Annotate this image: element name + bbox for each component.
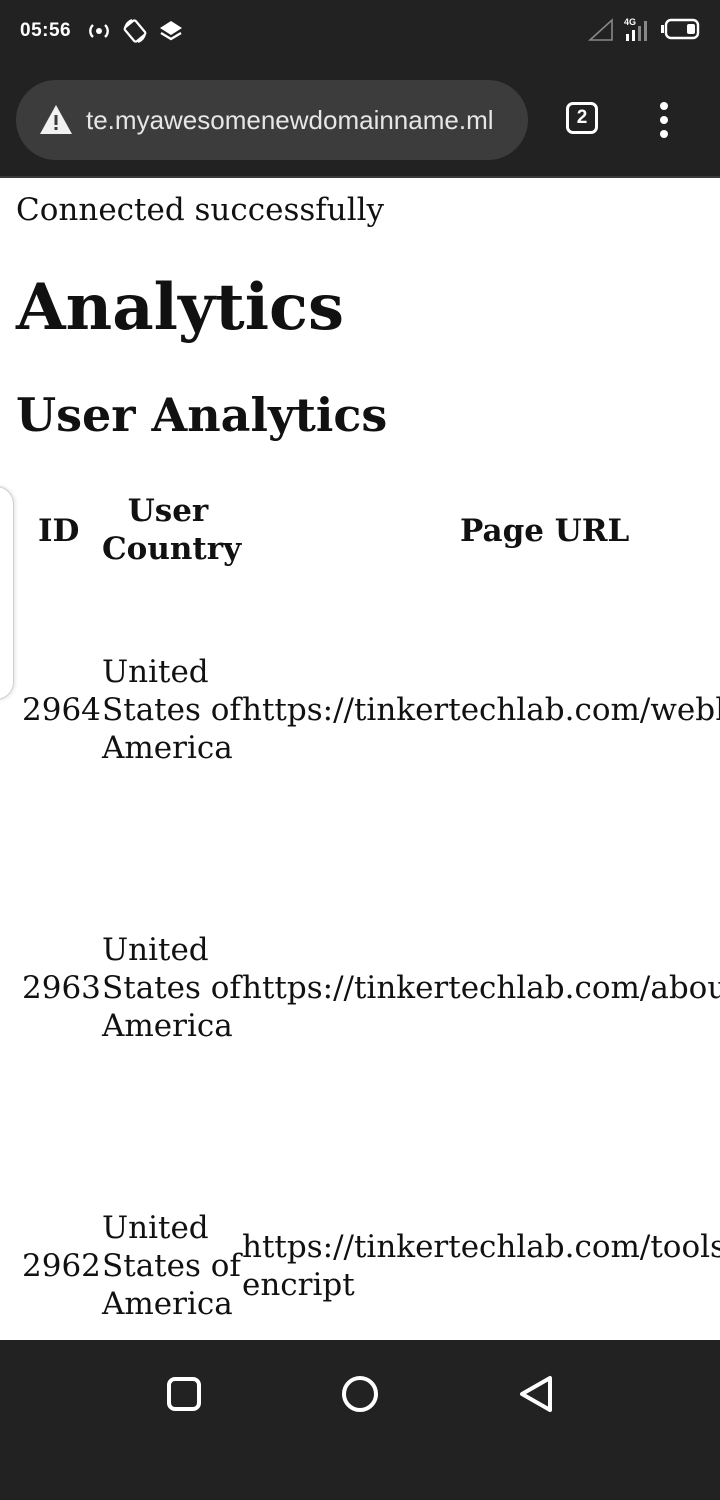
back-icon[interactable] <box>508 1366 564 1422</box>
tab-switcher-button[interactable]: 2 <box>566 102 598 134</box>
battery-icon <box>660 16 700 42</box>
status-bar: 05:56 4G <box>0 0 720 64</box>
table-cell-id: 2963 <box>22 970 101 1006</box>
page-title: Analytics <box>16 270 345 345</box>
table-cell-country: United States of America <box>102 654 241 766</box>
table-cell-country: United States of America <box>102 1210 241 1322</box>
table-cell-url: https://tinkertechlab.com/about <box>242 970 720 1006</box>
table-cell-country: United States of America <box>102 932 241 1044</box>
system-navigation-bar <box>0 1340 720 1500</box>
connection-status-text: Connected successfully <box>16 192 385 228</box>
home-icon[interactable] <box>332 1366 388 1422</box>
url-text[interactable]: te.myawesomenewdomainname.ml <box>86 80 514 160</box>
hotspot-icon <box>86 18 112 44</box>
status-left-icons <box>86 18 184 44</box>
column-header-id: ID <box>38 513 80 549</box>
layers-icon <box>158 18 184 44</box>
recents-icon[interactable] <box>156 1366 212 1422</box>
status-right-icons: 4G <box>588 16 700 42</box>
edge-panel-handle[interactable] <box>0 486 14 700</box>
section-title: User Analytics <box>16 388 388 442</box>
table-cell-url: https://tinkertechlab.com/tools/s encrip… <box>242 1229 720 1303</box>
table-cell-url: https://tinkertechlab.com/webhe <box>242 692 720 728</box>
web-page: Connected successfully Analytics User An… <box>0 178 720 1340</box>
table-cell-id: 2964 <box>22 692 101 728</box>
status-time: 05:56 <box>20 20 72 41</box>
auto-rotate-icon <box>122 18 148 44</box>
browser-toolbar: te.myawesomenewdomainname.ml 2 <box>0 64 720 178</box>
4g-signal-icon: 4G <box>622 16 652 42</box>
column-header-url: Page URL <box>460 513 630 549</box>
network-label: 4G <box>624 17 636 27</box>
table-cell-id: 2962 <box>22 1248 101 1284</box>
warning-icon[interactable] <box>38 102 74 138</box>
signal-empty-icon <box>588 16 614 42</box>
more-vert-icon[interactable] <box>648 100 680 140</box>
column-header-country: User Country <box>102 493 242 567</box>
address-bar[interactable]: te.myawesomenewdomainname.ml <box>16 80 528 160</box>
